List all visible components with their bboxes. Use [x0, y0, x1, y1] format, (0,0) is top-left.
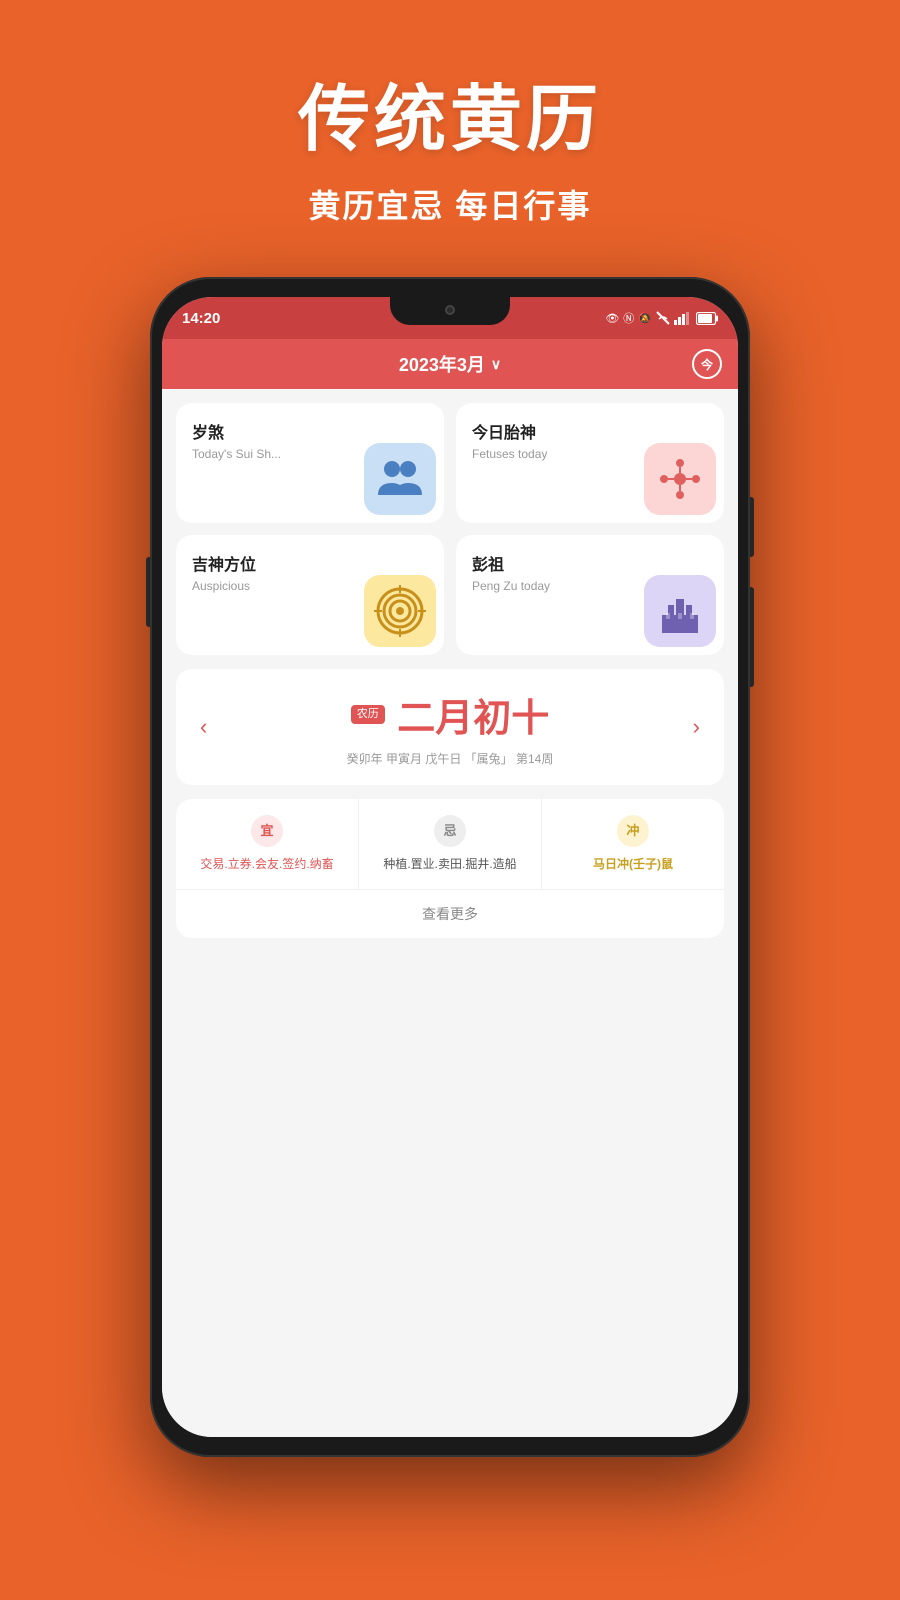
status-icons: 👁 Ⓝ 🔕 — [605, 310, 718, 326]
factory-icon — [644, 575, 716, 647]
yi-activity[interactable]: 宜 交易.立券.会友.签约.纳畜 — [176, 799, 359, 889]
sub-title: 黄历宜忌 每日行事 — [298, 181, 602, 227]
eye-icon: 👁 — [605, 312, 619, 325]
wifi-off-icon — [656, 311, 670, 325]
lunar-tag: 农历 — [351, 705, 385, 724]
activities-card: 宜 交易.立券.会友.签约.纳畜 忌 种植.置业.卖田.掘井.造船 冲 马日冲(… — [176, 799, 724, 938]
auspicious-card[interactable]: 吉神方位 Auspicious — [176, 535, 444, 655]
target-icon — [364, 575, 436, 647]
month-title: 2023年3月 — [399, 351, 485, 377]
lunar-main-date: 二月初十 — [397, 698, 549, 740]
alarm-icon: 🔕 — [638, 312, 652, 325]
today-button[interactable]: 今 — [692, 349, 722, 379]
lunar-content: 农历 二月初十 癸卯年 甲寅月 戊午日 「属兔」 第14周 — [223, 687, 676, 767]
auspicious-title: 吉神方位 — [192, 551, 428, 575]
phone-mockup: 14:20 👁 Ⓝ 🔕 — [150, 277, 750, 1457]
fetus-card[interactable]: 今日胎神 Fetuses today — [456, 403, 724, 523]
nfc-icon: Ⓝ — [623, 310, 634, 326]
ji-badge: 忌 — [434, 815, 466, 847]
yi-badge: 宜 — [251, 815, 283, 847]
camera — [445, 305, 455, 315]
chong-activity[interactable]: 冲 马日冲(壬子)鼠 — [542, 799, 724, 889]
chong-badge: 冲 — [617, 815, 649, 847]
pengzu-card[interactable]: 彭祖 Peng Zu today — [456, 535, 724, 655]
lunar-date-card: ‹ 农历 二月初十 癸卯年 甲寅月 戊午日 「属兔」 第14周 › — [176, 669, 724, 785]
fetus-icon — [644, 443, 716, 515]
view-more-button[interactable]: 查看更多 — [176, 890, 724, 938]
ji-activity[interactable]: 忌 种植.置业.卖田.掘井.造船 — [359, 799, 542, 889]
status-time: 14:20 — [182, 310, 220, 327]
pengzu-title: 彭祖 — [472, 551, 708, 575]
phone-screen: 14:20 👁 Ⓝ 🔕 — [162, 297, 738, 1437]
app-header: 2023年3月 ∨ 今 — [162, 339, 738, 389]
cards-grid: 岁煞 Today's Sui Sh... 今日胎神 — [176, 403, 724, 655]
phone-frame: 14:20 👁 Ⓝ 🔕 — [150, 277, 750, 1457]
app-content: 岁煞 Today's Sui Sh... 今日胎神 — [162, 389, 738, 1437]
chevron-down-icon: ∨ — [491, 356, 501, 373]
sui-sha-title: 岁煞 — [192, 419, 428, 443]
battery-icon — [696, 312, 718, 325]
activities-row: 宜 交易.立券.会友.签约.纳畜 忌 种植.置业.卖田.掘井.造船 冲 马日冲(… — [176, 799, 724, 890]
lunar-detail: 癸卯年 甲寅月 戊午日 「属兔」 第14周 — [223, 750, 676, 767]
prev-day-button[interactable]: ‹ — [196, 714, 211, 740]
phone-notch — [390, 297, 510, 325]
sui-sha-icon — [364, 443, 436, 515]
ji-text: 种植.置业.卖田.掘井.造船 — [371, 855, 529, 873]
page-header: 传统黄历 黄历宜忌 每日行事 — [298, 0, 602, 227]
signal-icon — [674, 311, 692, 325]
sui-sha-card[interactable]: 岁煞 Today's Sui Sh... — [176, 403, 444, 523]
header-title-group[interactable]: 2023年3月 ∨ — [399, 351, 501, 377]
chong-text: 马日冲(壬子)鼠 — [554, 855, 712, 873]
yi-text: 交易.立券.会友.签约.纳畜 — [188, 855, 346, 873]
fetus-title: 今日胎神 — [472, 419, 708, 443]
next-day-button[interactable]: › — [689, 714, 704, 740]
main-title: 传统黄历 — [298, 60, 602, 165]
